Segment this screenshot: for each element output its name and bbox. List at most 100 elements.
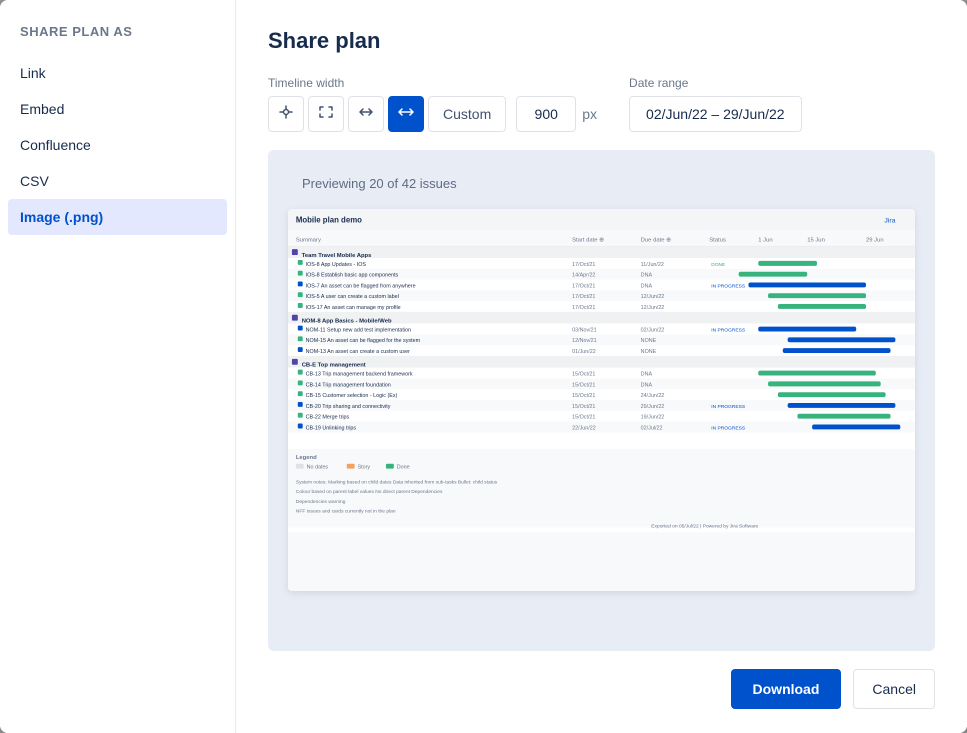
svg-text:NOM-13 An asset can create a: NOM-13 An asset can create a custom user [306,349,410,355]
svg-text:Exported on 05/Jul/22 | Powere: Exported on 05/Jul/22 | Powered by Jira … [651,523,758,529]
svg-text:CB-20 Trip sharing and connec: CB-20 Trip sharing and connectivity [306,404,391,410]
download-button[interactable]: Download [731,669,842,709]
timeline-controls: Custom px [268,96,597,132]
svg-text:11/Jun/22: 11/Jun/22 [641,262,664,268]
svg-text:29 Jun: 29 Jun [866,237,884,243]
modal-overlay: Share plan as Link Embed Confluence CSV … [0,0,967,733]
svg-text:24/Jun/22: 24/Jun/22 [641,393,665,399]
svg-text:Status: Status [709,237,726,243]
svg-text:Done: Done [397,465,410,471]
px-unit-label: px [582,106,597,122]
svg-text:19/Jun/22: 19/Jun/22 [641,415,665,421]
svg-text:IN PROGRESS: IN PROGRESS [711,283,746,289]
sidebar-item-link[interactable]: Link [0,55,235,91]
sidebar-item-image-png[interactable]: Image (.png) [8,199,227,235]
timeline-width-group: Timeline width [268,76,597,132]
svg-text:12/Jun/22: 12/Jun/22 [641,305,665,311]
svg-text:Mobile plan demo: Mobile plan demo [296,216,362,225]
shrink-btn[interactable] [268,96,304,132]
svg-text:15/Oct/21: 15/Oct/21 [572,382,595,388]
svg-text:NFF Issues and cards currentl: NFF Issues and cards currently not in th… [296,509,396,515]
svg-text:14/Apr/22: 14/Apr/22 [572,273,595,279]
custom-width-btn[interactable] [388,96,424,132]
svg-text:CB-22 Merge trips: CB-22 Merge trips [306,415,350,421]
svg-text:17/Oct/21: 17/Oct/21 [572,283,595,289]
svg-text:17/Oct/21: 17/Oct/21 [572,262,595,268]
svg-text:No dates: No dates [307,465,329,471]
svg-text:DNA: DNA [641,372,653,378]
sidebar-item-csv[interactable]: CSV [0,163,235,199]
cancel-button[interactable]: Cancel [853,669,935,709]
modal-footer: Download Cancel [268,651,935,709]
expand-icon [358,104,374,125]
svg-text:IN PROGRESS: IN PROGRESS [711,425,746,431]
svg-text:Colour based on parent label v: Colour based on parent label values No d… [296,489,443,495]
timeline-width-label: Timeline width [268,76,597,90]
svg-text:IN PROGRESS: IN PROGRESS [711,327,746,333]
svg-text:CB-19 Unlinking trips: CB-19 Unlinking trips [306,425,357,431]
preview-label: Previewing 20 of 42 issues [288,170,471,197]
custom-label-btn[interactable]: Custom [428,96,506,132]
svg-text:29/Jun/22: 29/Jun/22 [641,404,665,410]
svg-text:DNA: DNA [641,382,653,388]
expand-btn[interactable] [348,96,384,132]
svg-text:NOM-11 Setup new add test imp: NOM-11 Setup new add test implementation [306,327,411,333]
svg-text:02/Jul/22: 02/Jul/22 [641,425,663,431]
date-range-group: Date range 02/Jun/22 – 29/Jun/22 [629,76,802,132]
svg-text:NONE: NONE [641,349,657,355]
sidebar: Share plan as Link Embed Confluence CSV … [0,0,236,733]
svg-text:CB-15 Customer selection - Lo: CB-15 Customer selection - Logic (Ex) [306,393,398,399]
svg-text:15/Oct/21: 15/Oct/21 [572,404,595,410]
svg-text:Summary: Summary [296,237,321,243]
shrink-icon [278,104,294,125]
svg-text:DNA: DNA [641,273,653,279]
svg-text:Dependencies warning: Dependencies warning [296,499,346,505]
svg-text:Story: Story [358,465,371,471]
svg-text:22/Jun/22: 22/Jun/22 [572,425,596,431]
svg-text:Jira: Jira [884,218,895,225]
svg-text:1 Jun: 1 Jun [758,237,772,243]
sidebar-item-confluence[interactable]: Confluence [0,127,235,163]
svg-text:12/Jun/22: 12/Jun/22 [641,294,665,300]
controls-row: Timeline width [268,76,935,132]
svg-text:15/Oct/21: 15/Oct/21 [572,393,595,399]
svg-text:DNA: DNA [641,283,653,289]
svg-text:NONE: NONE [641,338,657,344]
svg-text:15 Jun: 15 Jun [807,237,825,243]
fit-btn[interactable] [308,96,344,132]
svg-text:IN PROGRESS: IN PROGRESS [711,404,746,410]
width-input[interactable] [516,96,576,132]
svg-text:03/Nov/21: 03/Nov/21 [572,327,597,333]
svg-text:IOS-8 Establish basic app com: IOS-8 Establish basic app components [306,273,399,279]
main-content: Share plan Timeline width [236,0,967,733]
sidebar-item-embed[interactable]: Embed [0,91,235,127]
custom-width-icon [398,104,414,125]
share-plan-modal: Share plan as Link Embed Confluence CSV … [0,0,967,733]
svg-text:IOS-5 A user can create a cus: IOS-5 A user can create a custom label [306,294,399,300]
svg-text:15/Oct/21: 15/Oct/21 [572,415,595,421]
date-range-label: Date range [629,76,802,90]
svg-text:CB-13 Trip management backend: CB-13 Trip management backend framework [306,372,413,378]
svg-text:Start date ⊕: Start date ⊕ [572,237,604,243]
gantt-chart-svg: Mobile plan demo Jira Summary Start date… [288,209,915,591]
svg-text:Legend: Legend [296,455,317,461]
svg-text:17/Oct/21: 17/Oct/21 [572,305,595,311]
modal-title: Share plan [268,28,935,54]
svg-text:01/Jun/22: 01/Jun/22 [572,349,596,355]
svg-text:Due date ⊕: Due date ⊕ [641,237,671,243]
svg-text:IOS-17 An asset can manage my: IOS-17 An asset can manage my profile [306,305,401,311]
sidebar-heading: Share plan as [0,24,235,55]
svg-text:System notes: Marking based o: System notes: Marking based on child dat… [296,479,498,485]
preview-area: Previewing 20 of 42 issues Mobile plan d… [268,150,935,651]
svg-text:CB-14 Trip management foundat: CB-14 Trip management foundation [306,382,391,388]
svg-text:12/Nov/21: 12/Nov/21 [572,338,597,344]
date-range-btn[interactable]: 02/Jun/22 – 29/Jun/22 [629,96,802,132]
fit-icon [318,104,334,125]
svg-text:IOS-8 App Updates - IOS: IOS-8 App Updates - IOS [306,262,367,268]
svg-text:15/Oct/21: 15/Oct/21 [572,372,595,378]
svg-text:IOS-7 An asset can be flagged: IOS-7 An asset can be flagged from anywh… [306,283,416,289]
svg-text:NOM-15 An asset can be flagge: NOM-15 An asset can be flagged for the s… [306,338,421,344]
svg-text:02/Jun/22: 02/Jun/22 [641,327,665,333]
svg-text:DONE: DONE [711,262,726,268]
px-input-group: px [516,96,597,132]
